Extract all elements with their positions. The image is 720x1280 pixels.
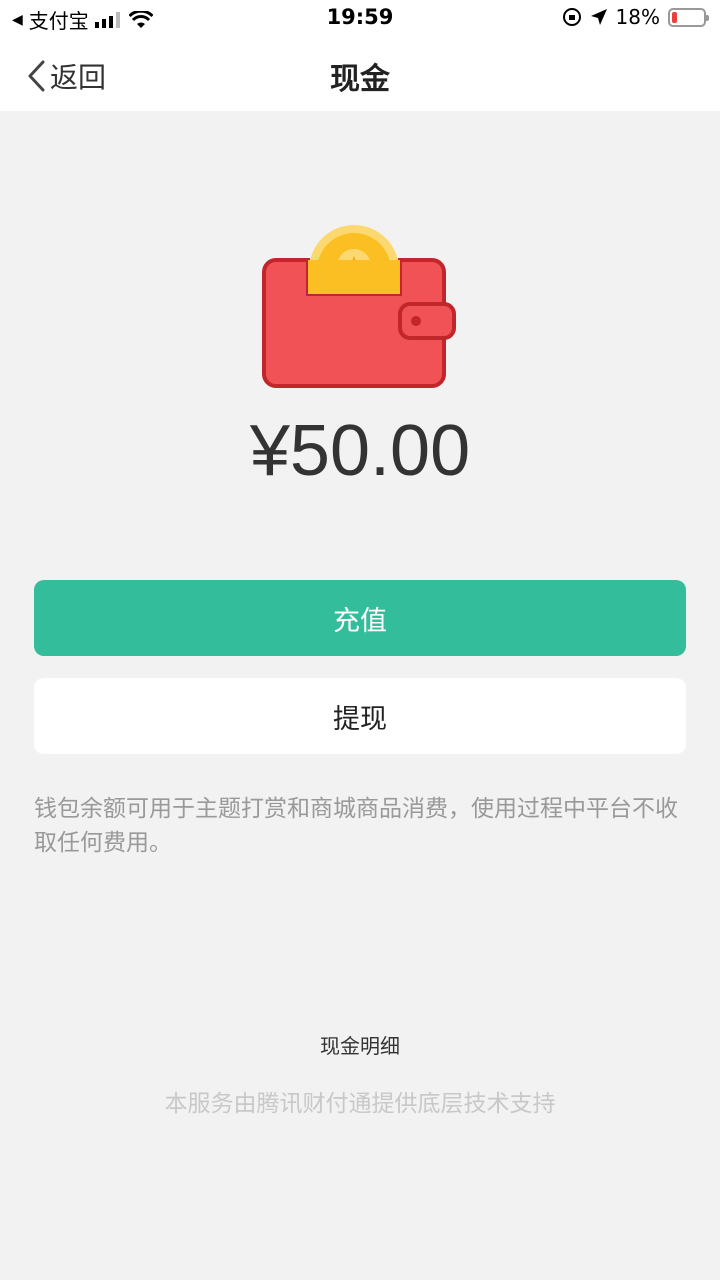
status-bar: ◀ 支付宝 19:59 18% [0, 0, 720, 36]
wallet-notice: 钱包余额可用于主题打赏和商城商品消费，使用过程中平台不收取任何费用。 [34, 796, 678, 856]
nav-bar: 返回 现金 [0, 36, 720, 111]
page-title: 现金 [330, 62, 390, 97]
withdraw-button[interactable]: 提现 [34, 678, 686, 754]
rotation-lock-icon [562, 8, 581, 26]
battery-icon [668, 7, 709, 27]
footer-note: 本服务由腾讯财付通提供底层技术支持 [164, 1091, 556, 1117]
balance-amount: ¥50.00 [249, 411, 471, 491]
recharge-button[interactable]: 充值 [34, 580, 686, 656]
battery-percent: 18% [615, 5, 660, 29]
cash-detail-link[interactable]: 现金明细 [0, 1030, 720, 1059]
status-right: 18% [562, 5, 709, 29]
wallet-icon [262, 225, 456, 388]
location-icon [590, 9, 607, 25]
wallet-illustration [262, 222, 458, 392]
battery-level [672, 11, 677, 23]
